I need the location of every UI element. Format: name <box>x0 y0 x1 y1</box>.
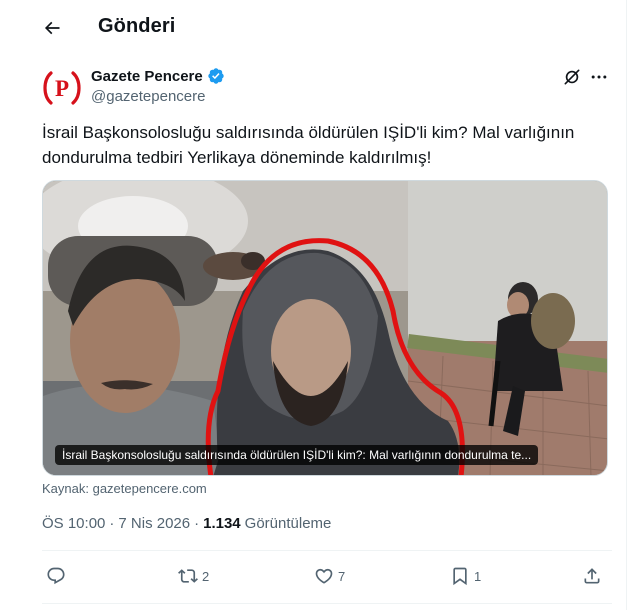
gazete-pencere-logo: P <box>43 71 81 105</box>
reply-button[interactable] <box>46 566 70 586</box>
verified-badge-icon[interactable] <box>207 67 225 85</box>
views-count: 1.134 <box>203 515 241 532</box>
heart-icon <box>315 568 333 584</box>
avatar[interactable]: P <box>42 68 82 108</box>
bookmark-icon <box>453 567 467 586</box>
svg-text:P: P <box>55 76 69 101</box>
more-dots-icon <box>591 75 607 79</box>
share-button[interactable] <box>582 566 606 586</box>
retweet-icon <box>178 569 198 583</box>
tweet-date[interactable]: 7 Nis 2026 <box>118 515 190 532</box>
action-bar: 2 7 1 <box>42 560 612 594</box>
tweet-text: İsrail Başkonsolosluğu saldırısında öldü… <box>42 123 575 167</box>
tweet-meta: ÖS 10:00 · 7 Nis 2026 · 1.134 Görüntülem… <box>42 515 331 532</box>
media-caption: İsrail Başkonsolosluğu saldırısında öldü… <box>55 445 539 465</box>
grok-icon <box>564 69 580 85</box>
back-button[interactable] <box>36 12 68 44</box>
reply-icon <box>47 567 65 585</box>
like-button[interactable]: 7 <box>314 566 345 586</box>
bookmark-button[interactable]: 1 <box>450 566 481 586</box>
retweet-count: 2 <box>202 568 210 584</box>
share-icon <box>584 568 600 584</box>
tweet-detail-panel: Gönderi P Gazete Pencere @gazetepencere … <box>0 0 627 610</box>
news-photo <box>43 181 607 475</box>
like-count: 7 <box>338 568 346 584</box>
views-label: Görüntüleme <box>244 515 332 532</box>
arrow-left-icon <box>44 21 60 35</box>
meta-separator: · <box>109 515 115 532</box>
meta-separator: · <box>194 515 200 532</box>
author-name[interactable]: Gazete Pencere <box>91 67 225 85</box>
page-title: Gönderi <box>98 15 176 37</box>
more-options-button[interactable] <box>588 66 610 88</box>
grok-button[interactable] <box>561 66 583 88</box>
page-header: Gönderi <box>0 0 627 56</box>
tweet-time[interactable]: ÖS 10:00 <box>42 515 105 532</box>
bookmark-count: 1 <box>474 568 482 584</box>
divider <box>42 550 612 551</box>
author-name-label: Gazete Pencere <box>91 67 203 85</box>
tweet-media-card[interactable]: İsrail Başkonsolosluğu saldırısında öldü… <box>42 180 608 476</box>
author-handle[interactable]: @gazetepencere <box>91 88 205 105</box>
divider <box>42 603 612 604</box>
retweet-button[interactable]: 2 <box>178 566 209 586</box>
link-source[interactable]: Kaynak: gazetepencere.com <box>42 481 207 496</box>
